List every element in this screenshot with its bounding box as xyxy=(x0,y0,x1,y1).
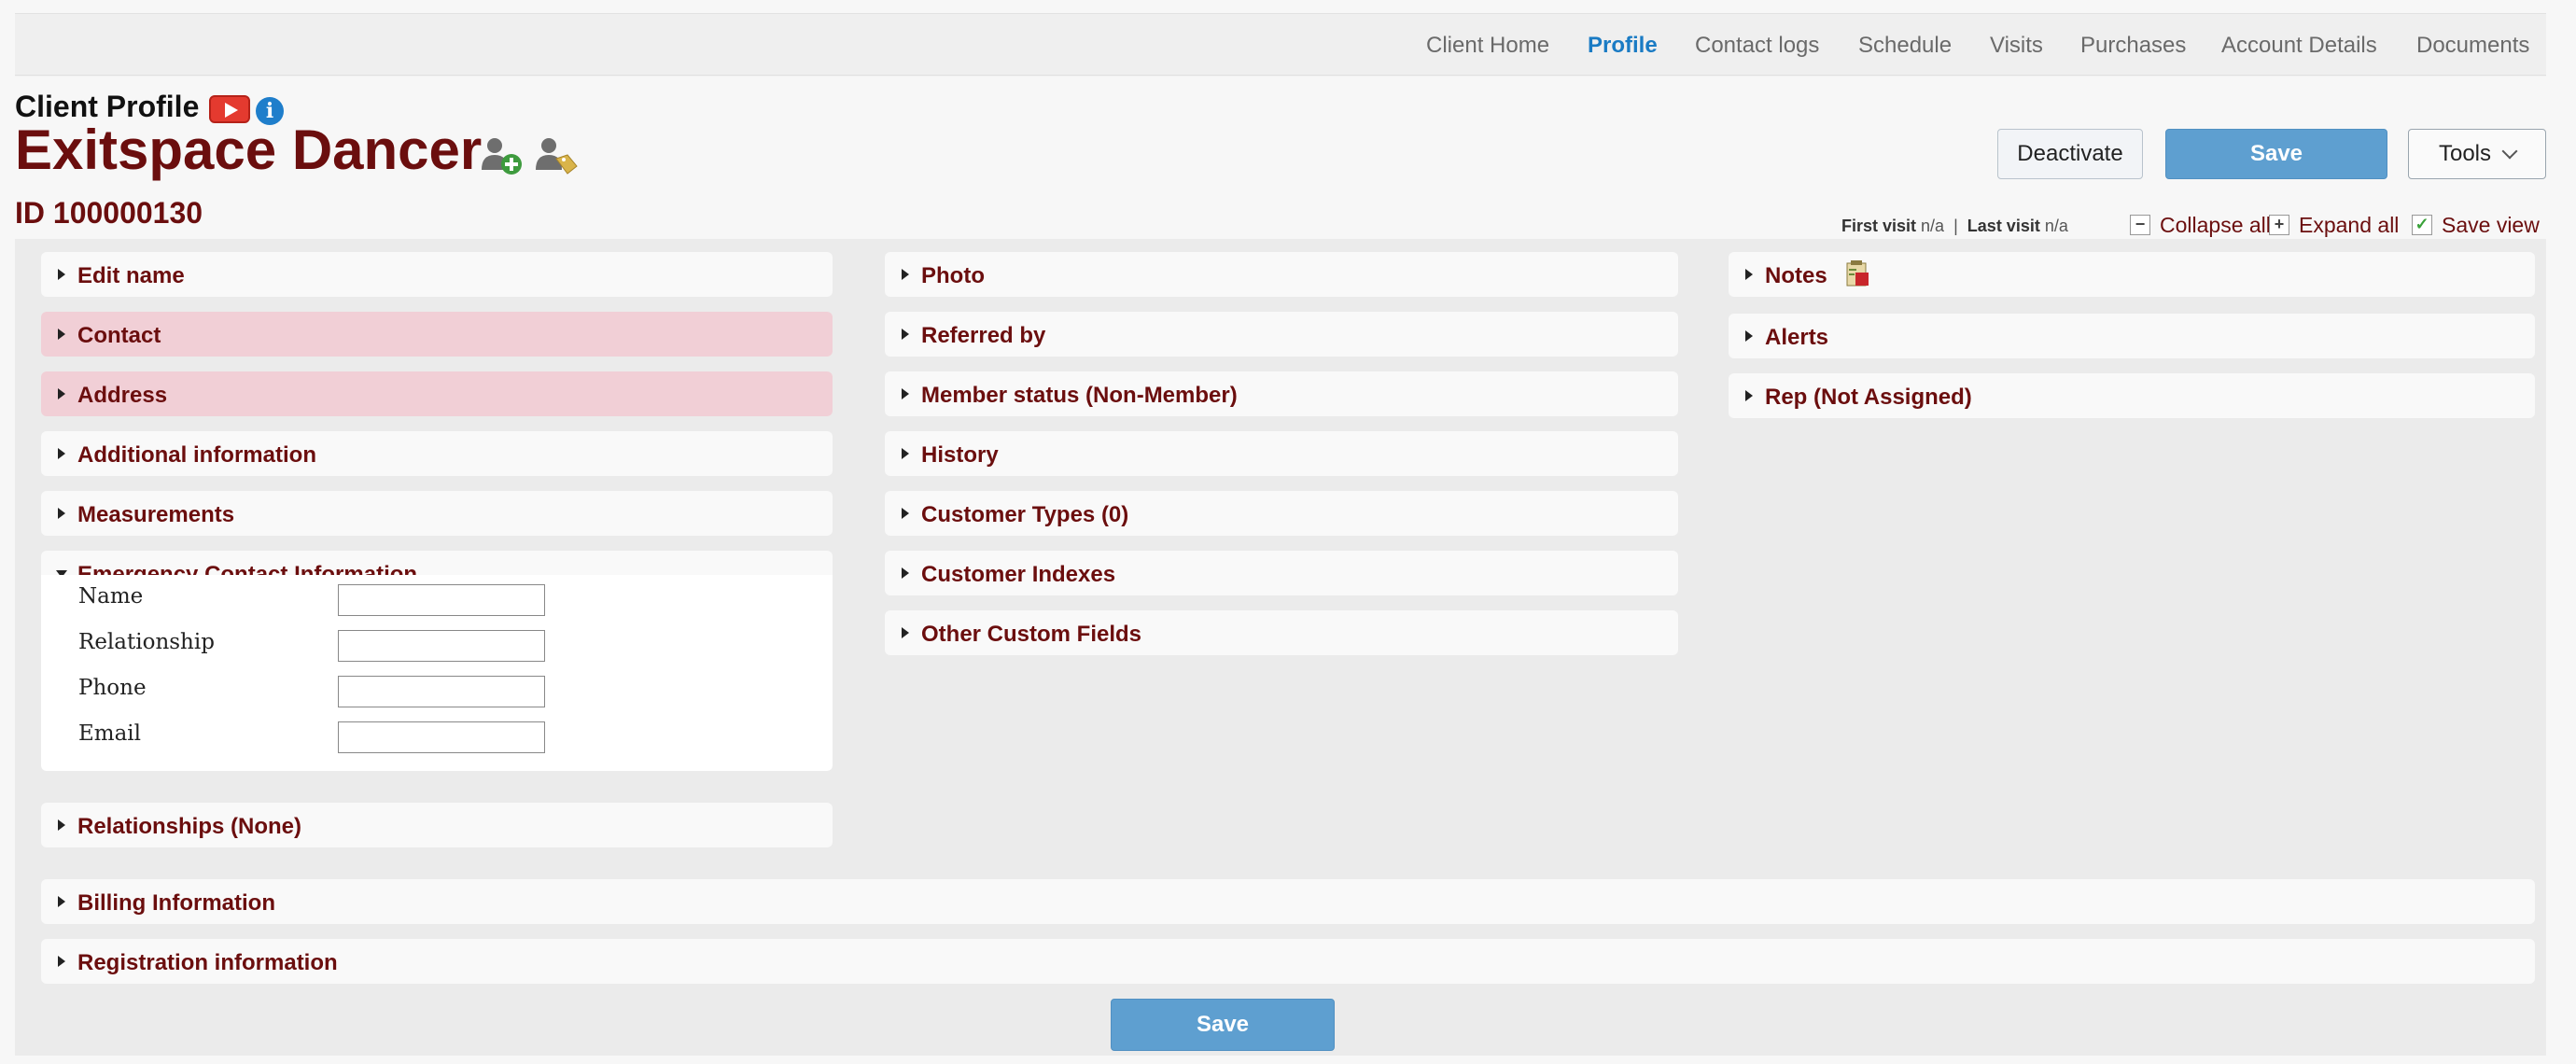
caret-right-icon xyxy=(58,388,65,399)
panel-title: Relationships (None) xyxy=(77,814,302,839)
app-frame: Client Home Profile Contact logs Schedul… xyxy=(15,13,2546,1056)
nav-account-details[interactable]: Account Details xyxy=(2221,33,2377,59)
add-user-icon[interactable] xyxy=(480,134,525,177)
panel-title: Registration information xyxy=(77,950,338,975)
caret-right-icon xyxy=(58,508,65,519)
client-name: Exitspace Dancer xyxy=(15,119,483,181)
emergency-contact-form: Name Relationship Phone Email xyxy=(41,575,833,771)
visit-separator: | xyxy=(1953,217,1958,235)
caret-right-icon xyxy=(902,448,909,459)
expand-icon[interactable]: + xyxy=(2269,215,2289,235)
caret-right-icon xyxy=(902,269,909,280)
caret-right-icon xyxy=(58,819,65,831)
panel-title: Measurements xyxy=(77,502,235,527)
nav-client-home[interactable]: Client Home xyxy=(1426,33,1549,59)
nav-documents[interactable]: Documents xyxy=(2416,33,2529,59)
tools-dropdown[interactable]: Tools xyxy=(2408,129,2546,179)
client-id: ID 100000130 xyxy=(15,196,203,230)
chevron-down-icon xyxy=(2501,143,2518,160)
panel-title: History xyxy=(921,442,999,468)
nav-visits[interactable]: Visits xyxy=(1990,33,2043,59)
caret-right-icon xyxy=(1745,330,1753,342)
panel-address[interactable]: Address xyxy=(41,371,833,416)
last-visit-label: Last visit xyxy=(1967,217,2040,235)
save-button-bottom[interactable]: Save xyxy=(1111,999,1335,1051)
tools-label: Tools xyxy=(2438,141,2492,166)
panel-additional-information[interactable]: Additional information xyxy=(41,431,833,476)
panel-alerts[interactable]: Alerts xyxy=(1729,314,2535,358)
caret-right-icon xyxy=(1745,269,1753,280)
panel-title: Alerts xyxy=(1765,325,1829,350)
panel-photo[interactable]: Photo xyxy=(885,252,1678,297)
emergency-name-input[interactable] xyxy=(338,584,545,616)
panel-title: Billing Information xyxy=(77,890,275,916)
caret-right-icon xyxy=(58,269,65,280)
nav-contact-logs[interactable]: Contact logs xyxy=(1695,33,1819,59)
caret-right-icon xyxy=(58,448,65,459)
notes-icon[interactable] xyxy=(1844,259,1870,287)
caret-right-icon xyxy=(902,329,909,340)
caret-right-icon xyxy=(902,567,909,579)
panel-customer-indexes[interactable]: Customer Indexes xyxy=(885,551,1678,595)
save-button[interactable]: Save xyxy=(2165,129,2387,179)
first-visit-label: First visit xyxy=(1841,217,1917,235)
panel-billing-information[interactable]: Billing Information xyxy=(41,879,2535,924)
panel-title: Address xyxy=(77,383,168,408)
emergency-phone-input[interactable] xyxy=(338,676,545,707)
last-visit-value: n/a xyxy=(2044,217,2068,235)
panel-title: Edit name xyxy=(77,263,185,288)
nav-purchases[interactable]: Purchases xyxy=(2080,33,2186,59)
panel-title: Additional information xyxy=(77,442,316,468)
panel-referred-by[interactable]: Referred by xyxy=(885,312,1678,357)
emergency-email-input[interactable] xyxy=(338,721,545,753)
notes-title-text: Notes xyxy=(1765,263,1827,288)
caret-right-icon xyxy=(58,956,65,967)
panel-customer-types[interactable]: Customer Types (0) xyxy=(885,491,1678,536)
top-navigation: Client Home Profile Contact logs Schedul… xyxy=(15,14,2546,76)
panel-title: Rep (Not Assigned) xyxy=(1765,385,1972,410)
field-label-phone: Phone xyxy=(78,676,147,700)
profile-sections: Edit name Contact Address Additional inf… xyxy=(15,239,2546,1056)
panel-history[interactable]: History xyxy=(885,431,1678,476)
panel-contact[interactable]: Contact xyxy=(41,312,833,357)
caret-right-icon xyxy=(902,388,909,399)
caret-right-icon xyxy=(58,896,65,907)
emergency-relationship-input[interactable] xyxy=(338,630,545,662)
panel-title: Customer Indexes xyxy=(921,562,1116,587)
first-visit-value: n/a xyxy=(1921,217,1945,235)
panel-member-status[interactable]: Member status (Non-Member) xyxy=(885,371,1678,416)
panel-edit-name[interactable]: Edit name xyxy=(41,252,833,297)
panel-relationships[interactable]: Relationships (None) xyxy=(41,803,833,847)
save-view-link[interactable]: Save view xyxy=(2442,213,2540,238)
caret-right-icon xyxy=(1745,390,1753,401)
panel-title: Notes xyxy=(1765,263,1827,289)
panel-title: Member status (Non-Member) xyxy=(921,383,1238,408)
caret-right-icon xyxy=(902,508,909,519)
visit-summary: First visit n/a | Last visit n/a xyxy=(1841,217,2068,236)
nav-profile[interactable]: Profile xyxy=(1588,33,1658,59)
expand-all-link[interactable]: Expand all xyxy=(2299,213,2399,238)
field-label-name: Name xyxy=(78,584,144,609)
panel-title: Contact xyxy=(77,323,161,348)
panel-title: Customer Types (0) xyxy=(921,502,1129,527)
field-label-relationship: Relationship xyxy=(78,630,215,654)
tag-user-icon[interactable] xyxy=(534,134,579,177)
panel-measurements[interactable]: Measurements xyxy=(41,491,833,536)
panel-title: Photo xyxy=(921,263,985,288)
caret-right-icon xyxy=(58,329,65,340)
panel-title: Referred by xyxy=(921,323,1046,348)
nav-schedule[interactable]: Schedule xyxy=(1858,33,1952,59)
collapse-all-link[interactable]: Collapse all xyxy=(2160,213,2271,238)
collapse-icon[interactable]: − xyxy=(2130,215,2150,235)
checkbox-icon[interactable]: ✓ xyxy=(2412,215,2432,235)
panel-title: Other Custom Fields xyxy=(921,622,1142,647)
deactivate-button[interactable]: Deactivate xyxy=(1997,129,2143,179)
field-label-email: Email xyxy=(78,721,142,746)
panel-other-custom-fields[interactable]: Other Custom Fields xyxy=(885,610,1678,655)
panel-notes[interactable]: Notes xyxy=(1729,252,2535,297)
panel-registration-information[interactable]: Registration information xyxy=(41,939,2535,984)
profile-header: Client Profile i Exitspace Dancer ID 100… xyxy=(15,77,2546,239)
panel-rep[interactable]: Rep (Not Assigned) xyxy=(1729,373,2535,418)
caret-right-icon xyxy=(902,627,909,638)
